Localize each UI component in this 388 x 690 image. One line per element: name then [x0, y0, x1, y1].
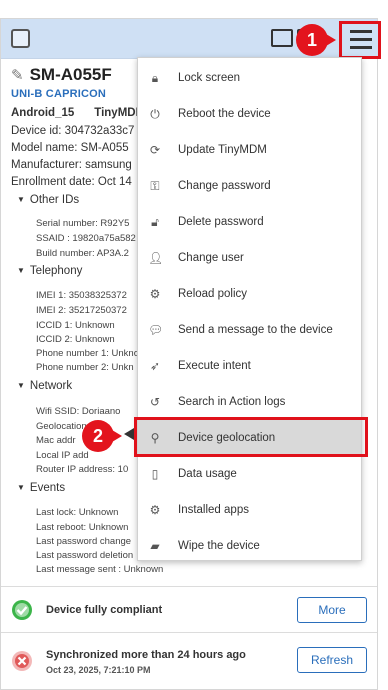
key-icon: ⚿ — [150, 178, 160, 193]
menu-item-wipe[interactable]: ▰ Wipe the device — [138, 528, 361, 564]
section-other-ids[interactable]: ▼ Other IDs — [17, 194, 79, 206]
manufacturer: Manufacturer: samsung — [11, 159, 132, 171]
list-item: Build number: AP3A.2 — [36, 248, 129, 259]
caret-down-icon: ▼ — [17, 266, 25, 276]
list-item: Phone number 1: Unkno — [36, 348, 139, 359]
menu-item-data-usage[interactable]: ▯ Data usage — [138, 456, 361, 492]
lock-icon: 🔒︎ — [151, 70, 159, 85]
sync-status: Synchronized more than 24 hours ago — [46, 649, 246, 661]
pencil-icon[interactable]: ✎ — [11, 67, 24, 84]
list-item: ICCID 2: Unknown — [36, 334, 115, 345]
history-icon: ↺ — [149, 395, 161, 409]
check-circle-icon — [12, 600, 32, 620]
list-item: Last reboot: Unknown — [36, 522, 129, 533]
gears-icon: ⚙ — [149, 287, 161, 301]
device-id: Device id: 304732a33c7 — [11, 125, 135, 137]
menu-item-update[interactable]: ⟳ Update TinyMDM — [138, 132, 361, 168]
menu-item-change-user[interactable]: 👤︎ Change user — [138, 240, 361, 276]
list-item: Last message sent : Unknown — [36, 564, 164, 575]
company-name: UNI-B CAPRICON — [11, 88, 107, 100]
caret-down-icon: ▼ — [17, 381, 25, 391]
menu-item-reboot[interactable]: ⏻ Reboot the device — [138, 96, 361, 132]
menu-item-lock-screen[interactable]: 🔒︎ Lock screen — [138, 60, 361, 96]
list-item: Phone number 2: Unkn — [36, 362, 134, 373]
menu-item-delete-password[interactable]: 🔓︎ Delete password — [138, 204, 361, 240]
more-button[interactable]: More — [297, 597, 367, 623]
menu-item-reload-policy[interactable]: ⚙ Reload policy — [138, 276, 361, 312]
refresh-button[interactable]: Refresh — [297, 647, 367, 673]
compliance-status: Device fully compliant — [46, 604, 163, 616]
os-line: Android_15 TinyMDM — [11, 107, 146, 119]
chat-icon: 💬︎ — [148, 323, 164, 337]
device-title: ✎ SM-A055F — [11, 65, 112, 84]
list-item: Mac addr — [36, 435, 76, 446]
list-item: Last password change — [36, 536, 132, 547]
eraser-icon: ▰ — [150, 539, 160, 553]
callout-badge-2: 2 — [82, 420, 122, 452]
list-item: Geolocation — [36, 421, 87, 432]
geolocation-highlight — [134, 417, 368, 457]
list-item: Last lock: Unknown — [36, 507, 119, 518]
model-name: Model name: SM-A055 — [11, 142, 129, 154]
list-item: Local IP add — [36, 450, 89, 461]
list-item: IMEI 1: 35038325372 — [36, 290, 127, 301]
menu-item-execute-intent[interactable]: ➶ Execute intent — [138, 348, 361, 384]
error-circle-icon — [12, 651, 32, 671]
rocket-icon: ➶ — [149, 359, 161, 373]
callout-badge-1: 1 — [296, 24, 336, 56]
menu-item-installed-apps[interactable]: ⚙ Installed apps — [138, 492, 361, 528]
actions-menu-button[interactable] — [339, 21, 381, 59]
compliance-row: Device fully compliant More — [1, 586, 377, 632]
list-item: ICCID 1: Unknown — [36, 320, 115, 331]
actions-dropdown-menu: 🔒︎ Lock screen ⏻ Reboot the device ⟳ Update… — [137, 57, 362, 561]
sync-row: Synchronized more than 24 hours ago Oct … — [1, 632, 377, 689]
user-icon: 👤︎ — [148, 251, 164, 265]
section-telephony[interactable]: ▼ Telephony — [17, 265, 82, 277]
screen-icon[interactable] — [271, 29, 293, 47]
phone-icon: ▯ — [151, 467, 159, 481]
power-icon: ⏻ — [150, 106, 160, 121]
select-checkbox[interactable] — [11, 29, 30, 48]
section-events[interactable]: ▼ Events — [17, 482, 65, 494]
refresh-icon: ⟳ — [149, 143, 161, 157]
menu-item-send-message[interactable]: 💬︎ Send a message to the device — [138, 312, 361, 348]
list-item: Wifi SSID: Doriaano — [36, 406, 121, 417]
enrollment-date: Enrollment date: Oct 14 — [11, 176, 132, 188]
list-item: IMEI 2: 35217250372 — [36, 305, 127, 316]
caret-down-icon: ▼ — [17, 195, 25, 205]
list-item: SSAID : 19820a75a582 — [36, 233, 136, 244]
menu-item-change-password[interactable]: ⚿ Change password — [138, 168, 361, 204]
list-item: Router IP address: 10 — [36, 464, 129, 475]
list-item: Last password deletion — [36, 550, 134, 561]
caret-down-icon: ▼ — [17, 483, 25, 493]
unlock-icon: 🔓︎ — [151, 214, 159, 229]
list-item: Serial number: R92Y5 — [36, 218, 130, 229]
pointer-arrow — [124, 428, 134, 440]
sync-date: Oct 23, 2025, 7:21:10 PM — [46, 665, 151, 675]
gear-icon: ⚙ — [149, 503, 161, 517]
menu-item-action-logs[interactable]: ↺ Search in Action logs — [138, 384, 361, 420]
section-network[interactable]: ▼ Network — [17, 380, 72, 392]
